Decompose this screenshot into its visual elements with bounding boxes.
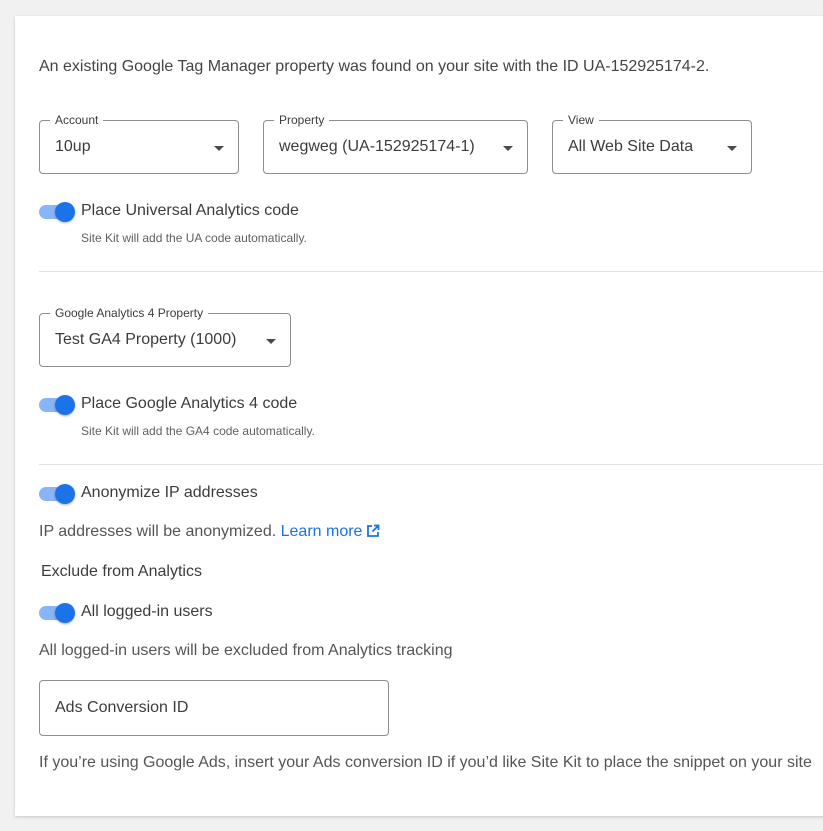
chevron-down-icon bbox=[727, 146, 737, 151]
ua-code-help: Site Kit will add the UA code automatica… bbox=[81, 231, 307, 245]
anonymize-note-text: IP addresses will be anonymized. bbox=[39, 523, 277, 540]
analytics-settings-card: An existing Google Tag Manager property … bbox=[15, 16, 823, 816]
divider bbox=[39, 271, 823, 272]
ads-conversion-id-placeholder: Ads Conversion ID bbox=[55, 699, 189, 716]
property-select[interactable]: Property wegweg (UA-152925174-1) bbox=[263, 112, 528, 174]
account-select-label: Account bbox=[50, 112, 104, 128]
exclude-logged-in-label: All logged-in users bbox=[81, 603, 213, 620]
account-select-value: 10up bbox=[55, 138, 91, 155]
existing-tag-notice: An existing Google Tag Manager property … bbox=[39, 58, 710, 75]
property-select-value: wegweg (UA-152925174-1) bbox=[279, 138, 475, 155]
ua-code-toggle-label: Place Universal Analytics code bbox=[81, 202, 299, 219]
ga4-code-help: Site Kit will add the GA4 code automatic… bbox=[81, 424, 315, 438]
ga4-code-toggle[interactable] bbox=[39, 395, 75, 415]
chevron-down-icon bbox=[503, 146, 513, 151]
ads-conversion-id-field[interactable]: Ads Conversion ID bbox=[39, 680, 389, 736]
chevron-down-icon bbox=[214, 146, 224, 151]
divider bbox=[39, 464, 823, 465]
toggle-thumb bbox=[55, 603, 75, 623]
exclude-heading: Exclude from Analytics bbox=[41, 563, 202, 580]
ads-conversion-help: If you’re using Google Ads, insert your … bbox=[39, 754, 812, 771]
anonymize-note: IP addresses will be anonymized. Learn m… bbox=[39, 523, 380, 541]
learn-more-link-text: Learn more bbox=[280, 523, 363, 540]
learn-more-link[interactable]: Learn more bbox=[281, 523, 381, 540]
chevron-down-icon bbox=[266, 339, 276, 344]
ga4-property-select-value: Test GA4 Property (1000) bbox=[55, 331, 237, 348]
ga4-property-select[interactable]: Google Analytics 4 Property Test GA4 Pro… bbox=[39, 305, 291, 367]
ua-code-toggle[interactable] bbox=[39, 202, 75, 222]
account-select[interactable]: Account 10up bbox=[39, 112, 239, 174]
view-select-label: View bbox=[563, 112, 599, 128]
external-link-icon bbox=[367, 524, 380, 537]
exclude-logged-in-toggle[interactable] bbox=[39, 603, 75, 623]
anonymize-ip-toggle[interactable] bbox=[39, 484, 75, 504]
ga4-property-select-label: Google Analytics 4 Property bbox=[50, 305, 209, 321]
ga4-code-toggle-label: Place Google Analytics 4 code bbox=[81, 395, 298, 412]
exclude-note: All logged-in users will be excluded fro… bbox=[39, 642, 453, 659]
property-select-label: Property bbox=[274, 112, 330, 128]
toggle-thumb bbox=[55, 202, 75, 222]
view-select[interactable]: View All Web Site Data bbox=[552, 112, 752, 174]
anonymize-ip-toggle-label: Anonymize IP addresses bbox=[81, 484, 258, 501]
toggle-thumb bbox=[55, 484, 75, 504]
view-select-value: All Web Site Data bbox=[568, 138, 694, 155]
toggle-thumb bbox=[55, 395, 75, 415]
